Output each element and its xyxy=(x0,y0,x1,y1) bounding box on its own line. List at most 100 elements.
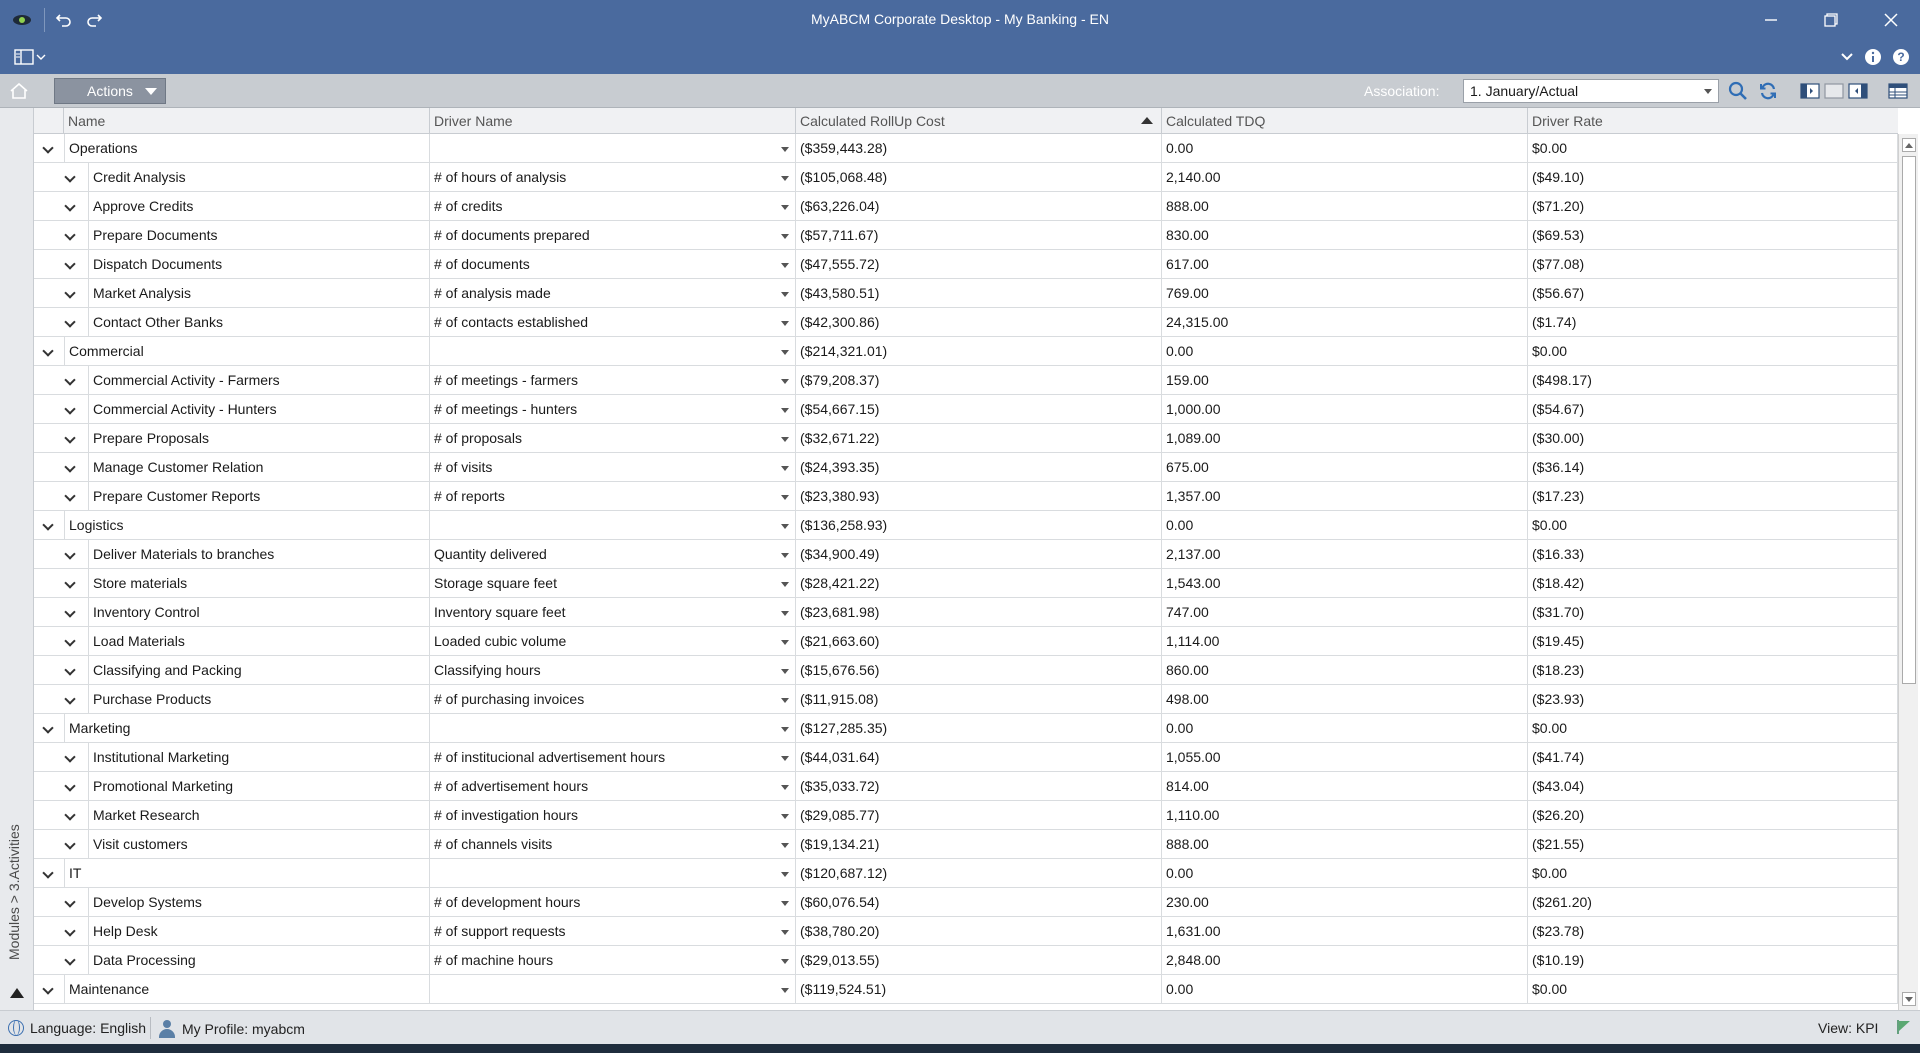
table-row[interactable]: Promotional Marketing # of advertisement … xyxy=(34,772,1898,801)
tdq-cell[interactable]: 888.00 xyxy=(1162,192,1528,221)
rollup-cost-cell[interactable]: ($32,671.22) xyxy=(796,424,1162,453)
breadcrumb[interactable]: Modules > 3.Activities xyxy=(6,824,22,960)
expand-up-icon[interactable] xyxy=(10,988,24,998)
driver-rate-cell[interactable]: ($77.08) xyxy=(1528,250,1898,279)
driver-rate-cell[interactable]: ($23.78) xyxy=(1528,917,1898,946)
dropdown-arrow-icon[interactable] xyxy=(781,263,789,268)
restore-icon[interactable] xyxy=(1816,6,1846,34)
driver-rate-cell[interactable]: $0.00 xyxy=(1528,511,1898,540)
dropdown-arrow-icon[interactable] xyxy=(781,959,789,964)
group-row[interactable]: Operations ($359,443.28) 0.00 $0.00 xyxy=(34,134,1898,163)
table-row[interactable]: Dispatch Documents # of documents ($47,555… xyxy=(34,250,1898,279)
name-cell[interactable]: Help Desk xyxy=(88,917,430,946)
driver-name-cell[interactable]: # of channels visits xyxy=(430,830,796,859)
tdq-cell[interactable]: 814.00 xyxy=(1162,772,1528,801)
scroll-thumb[interactable] xyxy=(1902,156,1916,684)
driver-rate-cell[interactable]: ($17.23) xyxy=(1528,482,1898,511)
name-cell[interactable]: Promotional Marketing xyxy=(88,772,430,801)
driver-name-cell[interactable]: # of meetings - farmers xyxy=(430,366,796,395)
name-cell[interactable]: Prepare Documents xyxy=(88,221,430,250)
driver-name-cell[interactable]: # of hours of analysis xyxy=(430,163,796,192)
rollup-cost-cell[interactable]: ($57,711.67) xyxy=(796,221,1162,250)
rollup-cost-cell[interactable]: ($29,085.77) xyxy=(796,801,1162,830)
group-row[interactable]: Marketing ($127,285.35) 0.00 $0.00 xyxy=(34,714,1898,743)
expand-chevron-icon[interactable] xyxy=(42,345,54,357)
column-header-name[interactable]: Name xyxy=(64,108,430,134)
table-row[interactable]: Institutional Marketing # of instituciona… xyxy=(34,743,1898,772)
dropdown-arrow-icon[interactable] xyxy=(781,437,789,442)
driver-name-cell[interactable]: # of machine hours xyxy=(430,946,796,975)
driver-rate-cell[interactable]: ($10.19) xyxy=(1528,946,1898,975)
rollup-cost-cell[interactable]: ($15,676.56) xyxy=(796,656,1162,685)
rollup-cost-cell[interactable]: ($47,555.72) xyxy=(796,250,1162,279)
driver-name-cell[interactable]: # of advertisement hours xyxy=(430,772,796,801)
dropdown-arrow-icon[interactable] xyxy=(781,205,789,210)
driver-name-cell[interactable]: # of institucional advertisement hours xyxy=(430,743,796,772)
association-select[interactable]: 1. January/Actual xyxy=(1463,79,1719,103)
driver-name-cell[interactable]: # of development hours xyxy=(430,888,796,917)
rollup-cost-cell[interactable]: ($35,033.72) xyxy=(796,772,1162,801)
flag-icon[interactable] xyxy=(1896,1019,1912,1035)
driver-rate-cell[interactable]: ($49.10) xyxy=(1528,163,1898,192)
name-cell[interactable]: Commercial Activity - Farmers xyxy=(88,366,430,395)
view-indicator[interactable]: View: KPI xyxy=(1818,1020,1878,1036)
rollup-cost-cell[interactable]: ($28,421.22) xyxy=(796,569,1162,598)
dropdown-arrow-icon[interactable] xyxy=(781,698,789,703)
driver-rate-cell[interactable]: ($30.00) xyxy=(1528,424,1898,453)
name-cell[interactable]: Approve Credits xyxy=(88,192,430,221)
driver-rate-cell[interactable]: ($498.17) xyxy=(1528,366,1898,395)
table-row[interactable]: Prepare Proposals # of proposals ($32,671.… xyxy=(34,424,1898,453)
driver-rate-cell[interactable]: ($36.14) xyxy=(1528,453,1898,482)
rollup-cost-cell[interactable]: ($60,076.54) xyxy=(796,888,1162,917)
dropdown-arrow-icon[interactable] xyxy=(781,495,789,500)
driver-name-cell[interactable]: # of analysis made xyxy=(430,279,796,308)
name-cell[interactable]: Commercial Activity - Hunters xyxy=(88,395,430,424)
driver-name-cell[interactable]: Classifying hours xyxy=(430,656,796,685)
tdq-cell[interactable]: 747.00 xyxy=(1162,598,1528,627)
dropdown-arrow-icon[interactable] xyxy=(781,466,789,471)
driver-name-cell[interactable]: # of documents prepared xyxy=(430,221,796,250)
dropdown-arrow-icon[interactable] xyxy=(781,669,789,674)
driver-name-cell[interactable]: Storage square feet xyxy=(430,569,796,598)
layout-left-panel-icon[interactable] xyxy=(1798,79,1822,103)
panel-toggle-icon[interactable] xyxy=(12,46,48,68)
table-row[interactable]: Commercial Activity - Farmers # of meetin… xyxy=(34,366,1898,395)
column-header-driver-name[interactable]: Driver Name xyxy=(430,108,796,134)
name-cell[interactable]: Institutional Marketing xyxy=(88,743,430,772)
dropdown-arrow-icon[interactable] xyxy=(781,872,789,877)
driver-rate-cell[interactable]: $0.00 xyxy=(1528,859,1898,888)
info-icon[interactable] xyxy=(1862,46,1884,68)
expand-chevron-icon[interactable] xyxy=(42,722,54,734)
rollup-cost-cell[interactable]: ($43,580.51) xyxy=(796,279,1162,308)
rollup-cost-cell[interactable]: ($79,208.37) xyxy=(796,366,1162,395)
driver-name-cell[interactable] xyxy=(430,975,796,1004)
group-row[interactable]: Maintenance ($119,524.51) 0.00 $0.00 xyxy=(34,975,1898,1004)
language-indicator[interactable]: Language: English xyxy=(8,1020,146,1036)
table-row[interactable]: Approve Credits # of credits ($63,226.04) 8… xyxy=(34,192,1898,221)
expand-chevron-icon[interactable] xyxy=(42,983,54,995)
name-cell[interactable]: Contact Other Banks xyxy=(88,308,430,337)
driver-name-cell[interactable] xyxy=(430,511,796,540)
rollup-cost-cell[interactable]: ($11,915.08) xyxy=(796,685,1162,714)
rollup-cost-cell[interactable]: ($38,780.20) xyxy=(796,917,1162,946)
table-row[interactable]: Data Processing # of machine hours ($29,01… xyxy=(34,946,1898,975)
table-row[interactable]: Credit Analysis # of hours of analysis ($1… xyxy=(34,163,1898,192)
driver-rate-cell[interactable]: $0.00 xyxy=(1528,975,1898,1004)
dropdown-arrow-icon[interactable] xyxy=(781,176,789,181)
scroll-up-icon[interactable] xyxy=(1902,138,1916,152)
refresh-icon[interactable] xyxy=(1756,79,1780,103)
dropdown-arrow-icon[interactable] xyxy=(781,727,789,732)
driver-name-cell[interactable]: Loaded cubic volume xyxy=(430,627,796,656)
rollup-cost-cell[interactable]: ($359,443.28) xyxy=(796,134,1162,163)
tdq-cell[interactable]: 1,357.00 xyxy=(1162,482,1528,511)
driver-name-cell[interactable]: # of documents xyxy=(430,250,796,279)
dropdown-arrow-icon[interactable] xyxy=(781,292,789,297)
expand-chevron-icon[interactable] xyxy=(42,519,54,531)
rollup-cost-cell[interactable]: ($23,681.98) xyxy=(796,598,1162,627)
rollup-cost-cell[interactable]: ($23,380.93) xyxy=(796,482,1162,511)
tdq-cell[interactable]: 498.00 xyxy=(1162,685,1528,714)
dropdown-arrow-icon[interactable] xyxy=(781,785,789,790)
rollup-cost-cell[interactable]: ($120,687.12) xyxy=(796,859,1162,888)
tdq-cell[interactable]: 159.00 xyxy=(1162,366,1528,395)
driver-name-cell[interactable]: Inventory square feet xyxy=(430,598,796,627)
